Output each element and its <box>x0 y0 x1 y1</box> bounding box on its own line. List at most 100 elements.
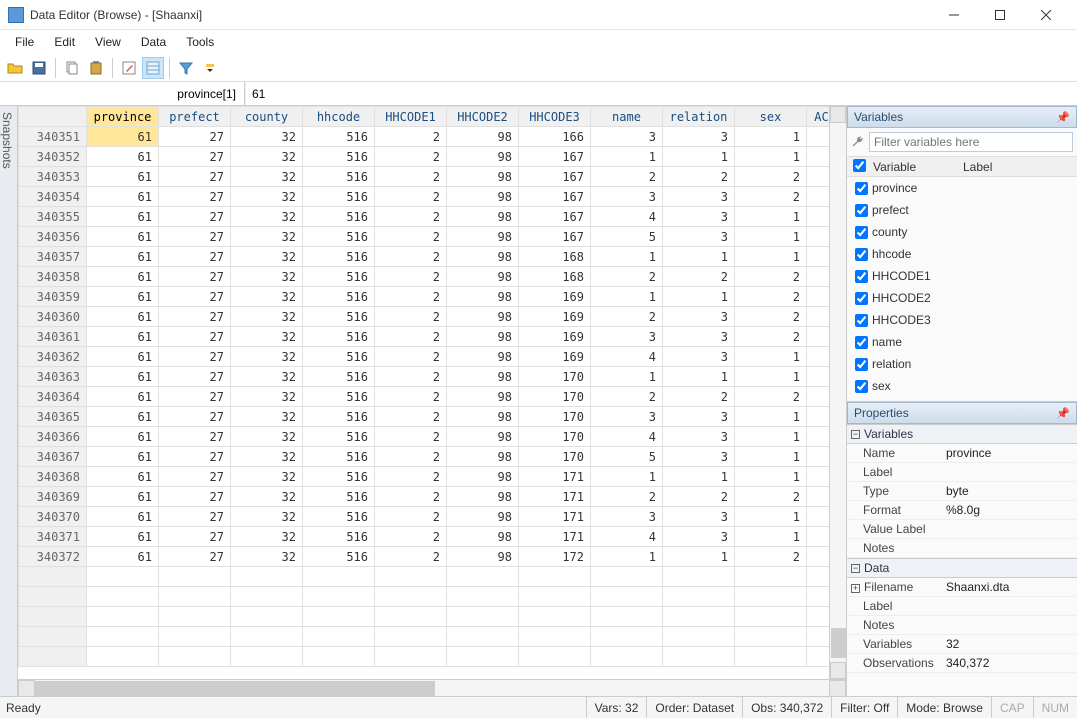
data-cell[interactable]: 516 <box>303 187 375 207</box>
data-cell[interactable]: 171 <box>519 467 591 487</box>
data-cell[interactable]: 61 <box>87 467 159 487</box>
data-cell[interactable]: 98 <box>447 547 519 567</box>
data-cell[interactable]: 98 <box>447 387 519 407</box>
data-cell[interactable]: 167 <box>519 227 591 247</box>
data-cell[interactable]: 27 <box>159 547 231 567</box>
header-checkbox[interactable] <box>853 159 866 172</box>
paste-icon[interactable] <box>85 57 107 79</box>
cell-value-box[interactable]: 61 <box>245 82 1077 105</box>
data-cell[interactable]: 2 <box>591 307 663 327</box>
row-number[interactable]: 340360 <box>19 307 87 327</box>
data-cell[interactable] <box>807 207 830 227</box>
horizontal-scroll-thumb[interactable] <box>35 681 435 696</box>
data-cell[interactable]: 2 <box>375 387 447 407</box>
data-cell[interactable]: 168 <box>519 247 591 267</box>
data-cell[interactable]: 61 <box>87 227 159 247</box>
menu-edit[interactable]: Edit <box>45 32 84 52</box>
data-cell[interactable]: 61 <box>87 247 159 267</box>
data-cell[interactable]: 3 <box>663 407 735 427</box>
data-cell[interactable]: 2 <box>375 167 447 187</box>
data-cell[interactable] <box>807 127 830 147</box>
data-cell[interactable]: 61 <box>87 287 159 307</box>
data-cell[interactable]: 1 <box>735 227 807 247</box>
data-cell[interactable]: 1 <box>735 207 807 227</box>
data-cell[interactable]: 61 <box>87 367 159 387</box>
data-cell[interactable]: 2 <box>375 447 447 467</box>
data-cell[interactable]: 2 <box>591 387 663 407</box>
data-cell[interactable]: 32 <box>231 327 303 347</box>
data-cell[interactable]: 1 <box>591 547 663 567</box>
data-cell[interactable]: 32 <box>231 127 303 147</box>
variable-row[interactable]: relation <box>847 353 1077 375</box>
row-number[interactable]: 340355 <box>19 207 87 227</box>
data-cell[interactable]: 167 <box>519 207 591 227</box>
data-cell[interactable]: 2 <box>735 267 807 287</box>
data-cell[interactable] <box>807 187 830 207</box>
data-cell[interactable]: 32 <box>231 187 303 207</box>
data-cell[interactable]: 27 <box>159 387 231 407</box>
data-cell[interactable]: 1 <box>735 427 807 447</box>
data-cell[interactable]: 3 <box>663 127 735 147</box>
data-cell[interactable]: 98 <box>447 147 519 167</box>
column-header[interactable]: HHCODE3 <box>519 107 591 127</box>
data-cell[interactable]: 2 <box>375 487 447 507</box>
column-header[interactable]: hhcode <box>303 107 375 127</box>
column-header[interactable]: AC <box>807 107 830 127</box>
data-cell[interactable]: 27 <box>159 327 231 347</box>
data-cell[interactable] <box>807 267 830 287</box>
data-cell[interactable]: 27 <box>159 307 231 327</box>
data-cell[interactable]: 2 <box>591 167 663 187</box>
row-number[interactable]: 340352 <box>19 147 87 167</box>
data-cell[interactable]: 516 <box>303 127 375 147</box>
data-cell[interactable]: 3 <box>663 507 735 527</box>
data-cell[interactable]: 3 <box>591 407 663 427</box>
data-cell[interactable]: 169 <box>519 347 591 367</box>
row-number[interactable]: 340369 <box>19 487 87 507</box>
data-cell[interactable]: 98 <box>447 447 519 467</box>
data-cell[interactable]: 1 <box>735 247 807 267</box>
data-cell[interactable]: 1 <box>591 247 663 267</box>
data-cell[interactable]: 61 <box>87 187 159 207</box>
data-cell[interactable]: 1 <box>735 527 807 547</box>
variable-checkbox[interactable] <box>855 248 868 261</box>
data-cell[interactable]: 61 <box>87 147 159 167</box>
data-cell[interactable]: 170 <box>519 367 591 387</box>
menu-tools[interactable]: Tools <box>177 32 223 52</box>
data-cell[interactable]: 516 <box>303 247 375 267</box>
data-cell[interactable]: 61 <box>87 207 159 227</box>
data-cell[interactable]: 27 <box>159 427 231 447</box>
data-cell[interactable]: 98 <box>447 347 519 367</box>
data-cell[interactable]: 32 <box>231 367 303 387</box>
data-cell[interactable]: 516 <box>303 207 375 227</box>
data-cell[interactable]: 516 <box>303 507 375 527</box>
data-cell[interactable]: 3 <box>663 347 735 367</box>
scroll-down-icon[interactable] <box>830 662 846 679</box>
data-cell[interactable]: 2 <box>735 387 807 407</box>
row-number[interactable]: 340367 <box>19 447 87 467</box>
data-cell[interactable]: 516 <box>303 427 375 447</box>
data-cell[interactable]: 3 <box>663 307 735 327</box>
row-number[interactable]: 340368 <box>19 467 87 487</box>
data-cell[interactable]: 2 <box>375 187 447 207</box>
data-cell[interactable]: 2 <box>375 307 447 327</box>
variable-checkbox[interactable] <box>855 358 868 371</box>
close-button[interactable] <box>1023 0 1069 30</box>
data-cell[interactable]: 32 <box>231 207 303 227</box>
data-cell[interactable]: 2 <box>375 507 447 527</box>
data-cell[interactable]: 171 <box>519 527 591 547</box>
browse-mode-icon[interactable] <box>142 57 164 79</box>
column-header[interactable]: sex <box>735 107 807 127</box>
data-cell[interactable]: 32 <box>231 307 303 327</box>
data-cell[interactable]: 2 <box>591 487 663 507</box>
data-cell[interactable]: 98 <box>447 247 519 267</box>
data-cell[interactable]: 169 <box>519 307 591 327</box>
menu-data[interactable]: Data <box>132 32 175 52</box>
data-cell[interactable]: 2 <box>663 167 735 187</box>
property-row[interactable]: Format%8.0g <box>847 501 1077 520</box>
data-cell[interactable]: 5 <box>591 227 663 247</box>
data-cell[interactable]: 1 <box>735 447 807 467</box>
data-cell[interactable]: 2 <box>375 247 447 267</box>
data-cell[interactable]: 170 <box>519 407 591 427</box>
data-cell[interactable]: 98 <box>447 487 519 507</box>
data-cell[interactable]: 61 <box>87 267 159 287</box>
